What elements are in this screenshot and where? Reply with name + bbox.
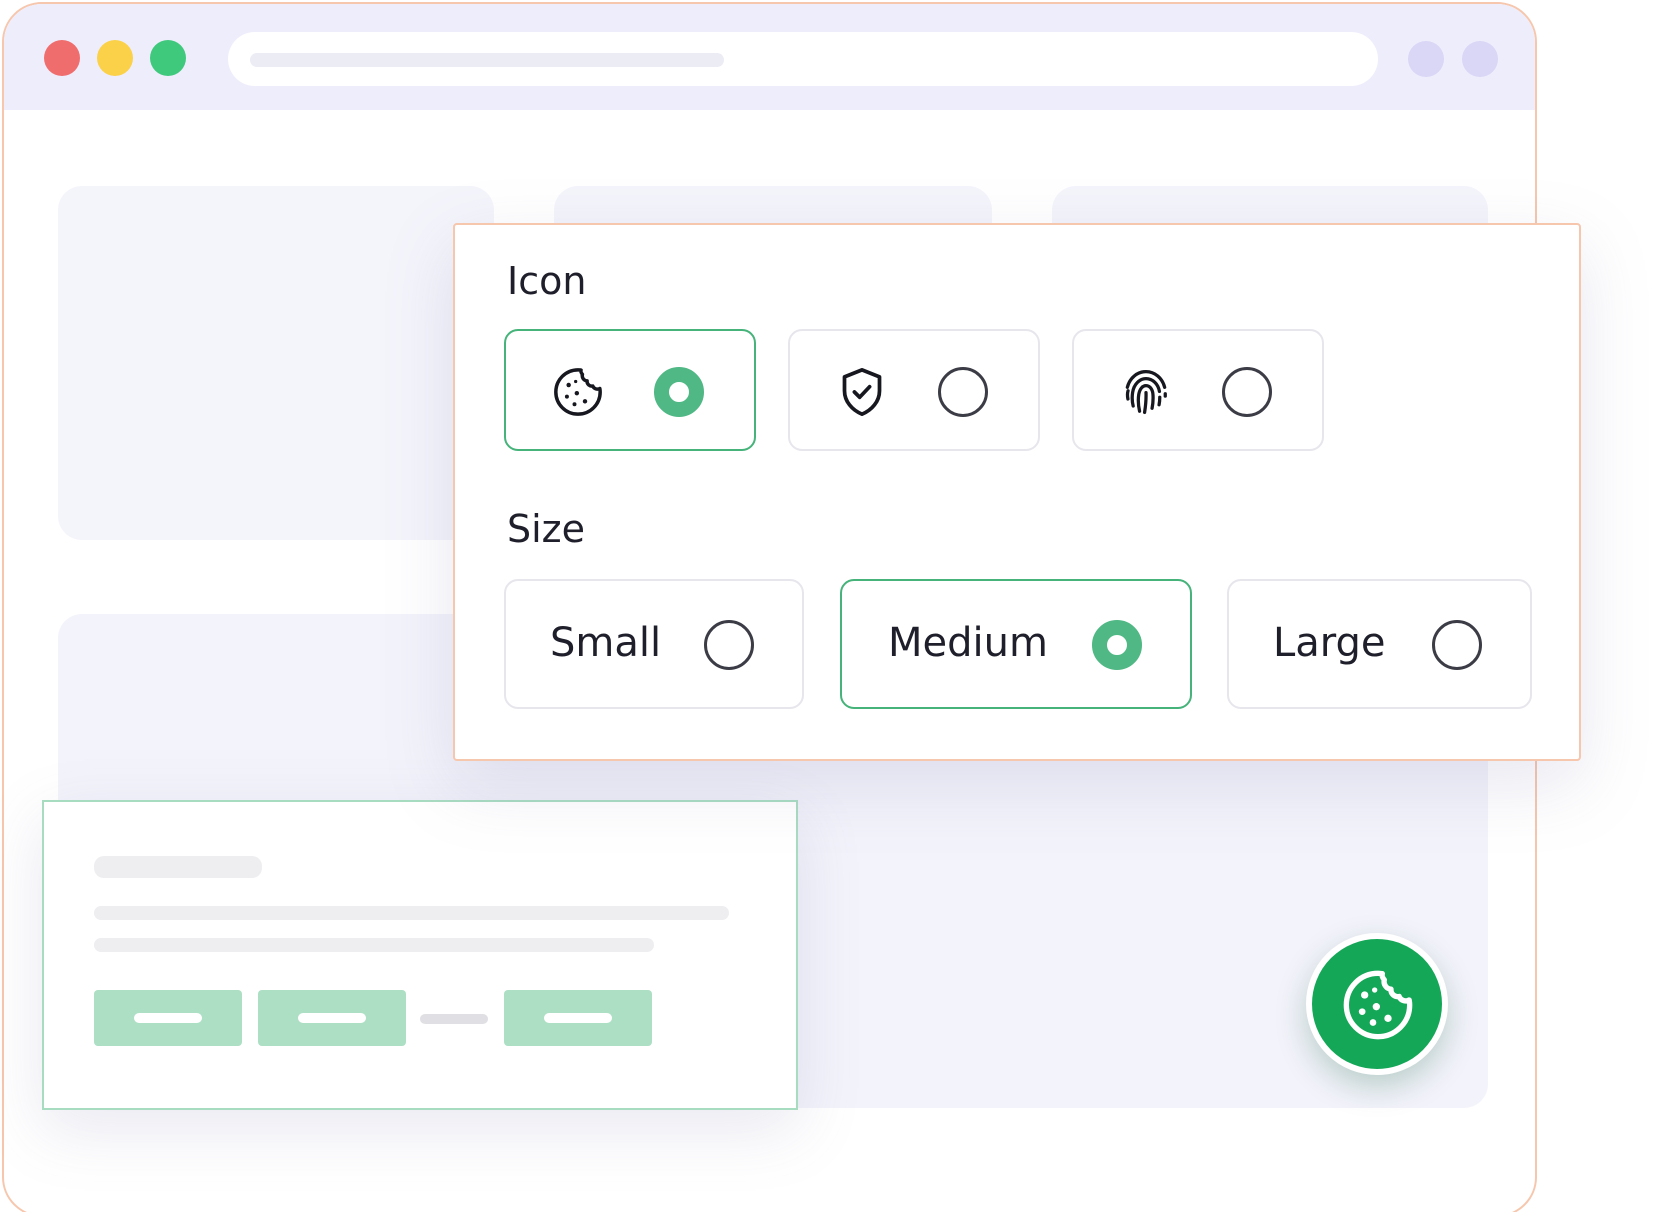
cookie-floating-button[interactable] bbox=[1306, 933, 1448, 1075]
size-large-radio[interactable] bbox=[1432, 620, 1482, 670]
address-bar[interactable] bbox=[228, 32, 1378, 86]
minimize-window-dot[interactable] bbox=[97, 40, 133, 76]
size-option-label: Medium bbox=[888, 620, 1048, 666]
banner-preferences-button[interactable] bbox=[504, 990, 652, 1046]
button-label-line bbox=[544, 1013, 612, 1023]
icon-option-cookie[interactable] bbox=[504, 329, 756, 451]
icon-option-fingerprint[interactable] bbox=[1072, 329, 1324, 451]
banner-title-line bbox=[94, 856, 262, 878]
content-placeholder-1 bbox=[58, 186, 494, 540]
shield-check-icon bbox=[842, 367, 882, 417]
address-placeholder-line bbox=[250, 53, 724, 67]
button-label-line bbox=[134, 1013, 202, 1023]
size-option-label: Large bbox=[1273, 620, 1386, 666]
banner-text-line bbox=[94, 906, 729, 920]
fingerprint-icon bbox=[1125, 369, 1167, 415]
size-medium-radio[interactable] bbox=[1092, 620, 1142, 670]
cookie-banner bbox=[42, 800, 798, 1110]
size-option-small[interactable]: Small bbox=[504, 579, 804, 709]
size-option-label: Small bbox=[550, 620, 662, 666]
banner-accept-button[interactable] bbox=[94, 990, 242, 1046]
icon-option-shield[interactable] bbox=[788, 329, 1040, 451]
icon-section-label: Icon bbox=[507, 259, 587, 303]
icon-cookie-radio[interactable] bbox=[654, 367, 704, 417]
cookie-icon bbox=[1343, 970, 1413, 1040]
size-small-radio[interactable] bbox=[704, 620, 754, 670]
widget-settings-panel: Icon Size Small Medium Large bbox=[453, 223, 1581, 761]
illustration-stage: Icon Size Small Medium Large bbox=[0, 0, 1675, 1212]
size-option-large[interactable]: Large bbox=[1227, 579, 1532, 709]
cookie-icon bbox=[554, 368, 602, 416]
size-option-medium[interactable]: Medium bbox=[840, 579, 1192, 709]
maximize-window-dot[interactable] bbox=[150, 40, 186, 76]
close-window-dot[interactable] bbox=[44, 40, 80, 76]
banner-text-line bbox=[94, 938, 654, 952]
size-section-label: Size bbox=[507, 507, 586, 551]
browser-titlebar bbox=[4, 4, 1535, 110]
icon-shield-radio[interactable] bbox=[938, 367, 988, 417]
banner-reject-button[interactable] bbox=[258, 990, 406, 1046]
icon-fingerprint-radio[interactable] bbox=[1222, 367, 1272, 417]
banner-link-line[interactable] bbox=[420, 1014, 488, 1024]
button-label-line bbox=[298, 1013, 366, 1023]
toolbar-dot-1[interactable] bbox=[1408, 41, 1444, 77]
toolbar-dot-2[interactable] bbox=[1462, 41, 1498, 77]
